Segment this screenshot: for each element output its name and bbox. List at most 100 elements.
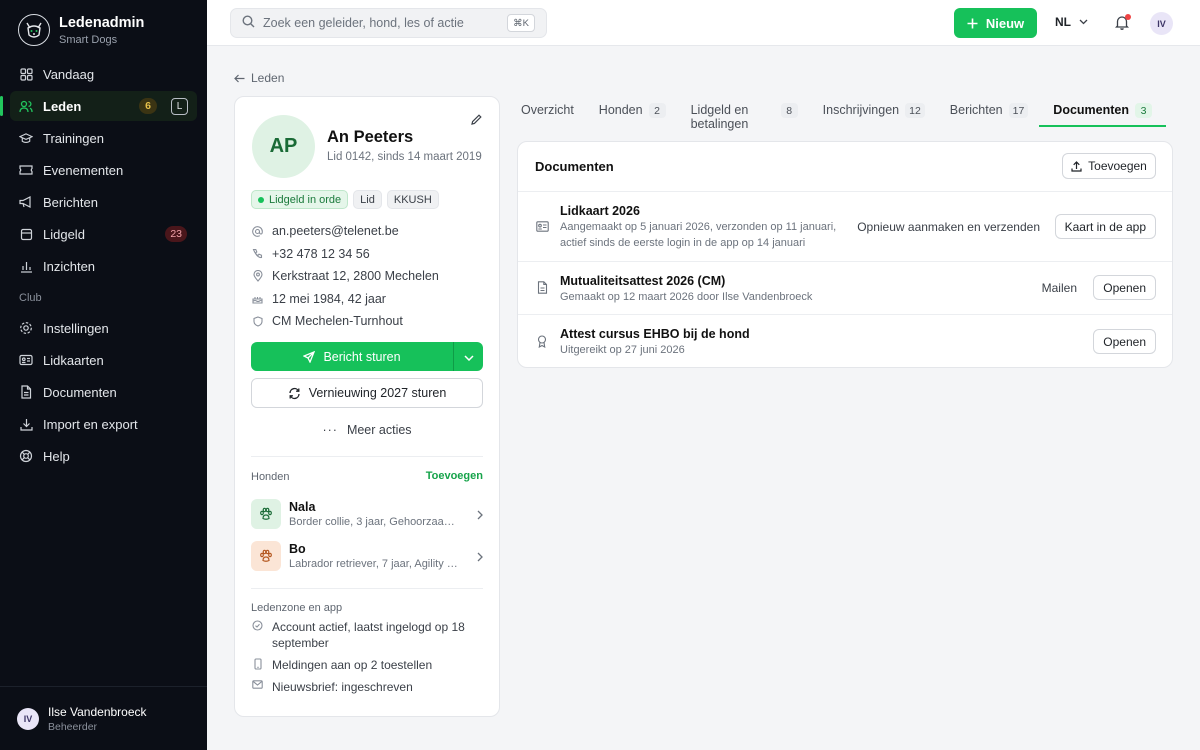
email-row[interactable]: an.peeters@telenet.be [251, 220, 439, 243]
tab-berichten[interactable]: Berichten 17 [946, 97, 1033, 127]
document-desc: Uitgereikt op 27 juni 2026 [560, 344, 685, 356]
lifebuoy-icon [19, 449, 33, 463]
notification-dot [1125, 14, 1131, 20]
tab-count: 12 [905, 103, 925, 118]
nav-item-documenten[interactable]: Documenten [10, 377, 197, 407]
dog-desc: Labrador retriever, 7 jaar, Agility en f… [289, 558, 459, 570]
document-desc: Gemaakt op 12 maart 2026 door Ilse Vande… [560, 291, 813, 303]
document-title: Lidkaart 2026 [560, 204, 640, 218]
notifications-row: Meldingen aan op 2 toestellen [251, 657, 483, 673]
nav-item-trainingen[interactable]: Trainingen [10, 123, 197, 153]
nav-label: Lidgeld [43, 226, 85, 242]
open-document-button[interactable]: Openen [1093, 329, 1156, 354]
nav-item-evenementen[interactable]: Evenementen [10, 155, 197, 185]
mail-document-link[interactable]: Mailen [1042, 281, 1077, 295]
document-title: Mutualiteitsattest 2026 (CM) [560, 274, 726, 288]
phone-row[interactable]: +32 478 12 34 56 [251, 243, 439, 266]
account-status: Account actief, laatst ingelogd op 18 se… [272, 620, 465, 650]
nav-item-berichten[interactable]: Berichten [10, 187, 197, 217]
dog-item-bo[interactable]: Bo Labrador retriever, 7 jaar, Agility e… [251, 539, 483, 573]
dog-item-nala[interactable]: Nala Border collie, 3 jaar, Gehoorzaamhe… [251, 497, 483, 531]
tab-honden[interactable]: Honden 2 [595, 97, 670, 127]
sidebar: Ledenadmin Smart Dogs Vandaag Leden 6 L … [0, 0, 207, 750]
sidebar-user[interactable]: IV Ilse Vandenbroeck Beheerder [0, 686, 207, 750]
document-desc: Aangemaakt op 5 januari 2026, verzonden … [560, 221, 837, 249]
language-select[interactable]: NL [1055, 15, 1088, 29]
notifications-button[interactable] [1114, 14, 1131, 33]
divider [251, 588, 483, 589]
dog-logo-icon [18, 14, 50, 46]
more-actions-label: Meer acties [346, 423, 412, 437]
bar-chart-icon [19, 259, 33, 273]
user-avatar[interactable]: IV [1150, 12, 1173, 35]
ticket-icon [19, 163, 33, 177]
upload-icon [1071, 160, 1082, 172]
paw-icon [251, 499, 281, 529]
search-input[interactable] [263, 16, 503, 30]
newsletter-row: Nieuwsbrief: ingeschreven [251, 679, 483, 695]
new-button[interactable]: Nieuw [954, 8, 1037, 38]
send-icon [303, 350, 316, 363]
brand-subtitle: Smart Dogs [59, 33, 118, 46]
document-row-ehbo-attest[interactable]: Attest cursus EHBO bij de hond Uitgereik… [518, 315, 1172, 367]
tab-documenten[interactable]: Documenten 3 [1039, 97, 1166, 127]
newsletter-status: Nieuwsbrief: ingeschreven [272, 680, 413, 694]
add-dog-link[interactable]: Toevoegen [426, 470, 483, 482]
add-document-button[interactable]: Toevoegen [1062, 153, 1156, 179]
breadcrumb-back[interactable]: Leden [234, 71, 284, 85]
brand[interactable]: Ledenadmin Smart Dogs [18, 14, 144, 46]
nav-item-lidkaarten[interactable]: Lidkaarten [10, 345, 197, 375]
nav-item-inzichten[interactable]: Inzichten [10, 251, 197, 281]
id-card-icon [19, 353, 33, 367]
dog-name: Bo [289, 542, 306, 556]
nav-label: Trainingen [43, 130, 104, 146]
send-options-button[interactable] [454, 342, 483, 371]
nav-item-import-export[interactable]: Import en export [10, 409, 197, 439]
nav-item-help[interactable]: Help [10, 441, 197, 471]
nav-item-lidgeld[interactable]: Lidgeld 23 [10, 219, 197, 249]
chevron-down-icon [463, 350, 474, 364]
nav-count-badge: 6 [139, 98, 157, 114]
member-avatar: AP [252, 115, 315, 178]
open-document-button[interactable]: Openen [1093, 275, 1156, 300]
tab-inschrijvingen[interactable]: Inschrijvingen 12 [819, 97, 929, 127]
search-box[interactable]: ⌘K [230, 8, 547, 38]
plus-icon [967, 18, 978, 29]
nav-section-club: Club [19, 292, 42, 304]
divider [251, 456, 483, 457]
megaphone-icon [19, 195, 33, 209]
member-tabs: Overzicht Honden 2 Lidgeld en betalingen 8… [517, 97, 1173, 131]
tab-count: 17 [1008, 103, 1029, 118]
shield-icon [251, 316, 264, 327]
tab-lidgeld-betalingen[interactable]: Lidgeld en betalingen 8 [687, 97, 802, 131]
card-in-app-button[interactable]: Kaart in de app [1054, 214, 1156, 239]
regenerate-send-link[interactable]: Opnieuw aanmaken en verzenden [857, 220, 1040, 234]
member-zone-info: Account actief, laatst ingelogd op 18 se… [251, 619, 483, 701]
cake-icon [251, 293, 264, 304]
file-icon [19, 385, 33, 399]
user-name: Ilse Vandenbroeck [48, 704, 147, 719]
nav-label: Import en export [43, 416, 138, 432]
wallet-icon [19, 227, 33, 241]
document-row-mutualiteitsattest[interactable]: Mutualiteitsattest 2026 (CM) Gemaakt op … [518, 262, 1172, 315]
chevron-right-icon [477, 550, 483, 565]
nav-label: Leden [43, 98, 82, 114]
edit-button[interactable] [471, 113, 483, 125]
tab-overzicht[interactable]: Overzicht [517, 97, 578, 127]
documents-header: Documenten Toevoegen [518, 142, 1172, 192]
send-renewal-button[interactable]: Vernieuwing 2027 sturen [251, 378, 483, 408]
bell-icon [1114, 16, 1130, 33]
new-button-label: Nieuw [985, 15, 1025, 31]
member-tags: Lidgeld in orde Lid KKUSH [251, 190, 444, 209]
nav-item-vandaag[interactable]: Vandaag [10, 59, 197, 89]
nav-item-instellingen[interactable]: Instellingen [10, 313, 197, 343]
send-message-button[interactable]: Bericht sturen [251, 342, 454, 371]
nav-item-leden[interactable]: Leden 6 L [0, 91, 197, 121]
nav-label: Lidkaarten [43, 352, 104, 368]
send-message-split-button: Bericht sturen [251, 342, 483, 371]
chevron-down-icon [1079, 19, 1088, 25]
document-row-lidkaart[interactable]: Lidkaart 2026 Aangemaakt op 5 januari 20… [518, 192, 1172, 262]
more-actions-button[interactable]: ··· Meer acties [251, 419, 483, 441]
mail-icon [251, 680, 264, 689]
pencil-icon [471, 113, 482, 128]
